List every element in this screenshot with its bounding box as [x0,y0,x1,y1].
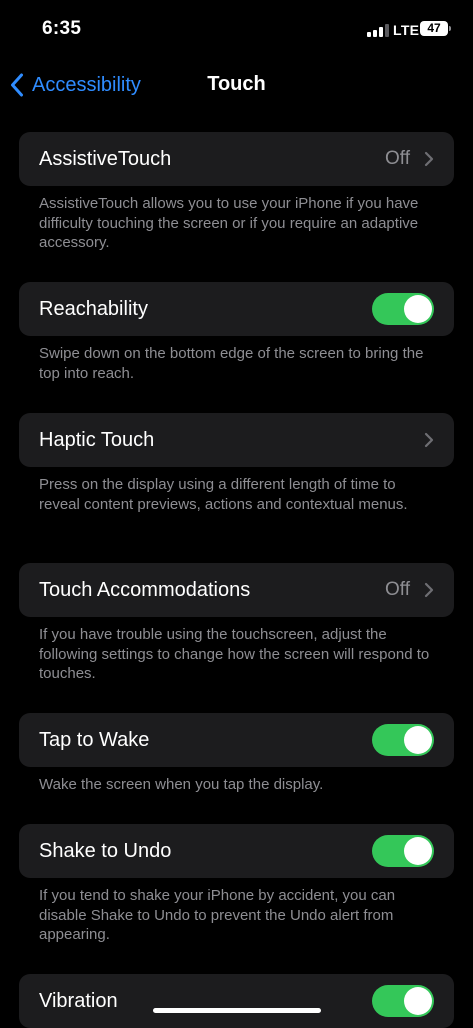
toggle-knob [404,837,432,865]
haptic-touch-label: Haptic Touch [39,429,155,451]
toggle-knob [404,295,432,323]
page-title: Touch [207,73,266,95]
tap-to-wake-row: Tap to Wake [19,713,454,767]
battery-cap [449,26,451,31]
shake-to-undo-toggle[interactable] [372,835,434,867]
toggle-knob [404,726,432,754]
home-indicator[interactable] [153,1008,321,1013]
network-type: LTE [393,22,420,38]
battery-icon: 47 [420,21,448,36]
vibration-row: Vibration [19,974,454,1028]
battery-level: 47 [427,21,441,35]
assistive-touch-label: AssistiveTouch [39,148,172,170]
chevron-right-icon [424,432,434,448]
assistive-touch-row[interactable]: AssistiveTouch Off [19,132,454,186]
toggle-knob [404,987,432,1015]
status-bar: 6:35 LTE 47 [0,0,473,60]
navigation-bar: Accessibility Touch [0,60,473,110]
assistive-touch-value: Off [385,148,410,169]
touch-accommodations-footer: If you have trouble using the touchscree… [39,626,430,682]
touch-accommodations-row[interactable]: Touch Accommodations Off [19,563,454,617]
tap-to-wake-label: Tap to Wake [39,729,150,751]
shake-to-undo-footer: If you tend to shake your iPhone by acci… [39,887,396,943]
cellular-signal-icon [367,24,389,37]
tap-to-wake-toggle[interactable] [372,724,434,756]
haptic-touch-row[interactable]: Haptic Touch [19,413,454,467]
touch-accommodations-label: Touch Accommodations [39,579,251,601]
vibration-toggle[interactable] [372,985,434,1017]
chevron-right-icon [424,151,434,167]
touch-accommodations-value: Off [385,579,410,600]
shake-to-undo-row: Shake to Undo [19,824,454,878]
haptic-touch-footer: Press on the display using a different l… [39,476,408,513]
shake-to-undo-label: Shake to Undo [39,840,172,862]
chevron-right-icon [424,582,434,598]
reachability-toggle[interactable] [372,293,434,325]
reachability-row: Reachability [19,282,454,336]
vibration-label: Vibration [39,990,118,1012]
status-time: 6:35 [42,18,82,39]
assistive-touch-footer: AssistiveTouch allows you to use your iP… [39,195,419,251]
tap-to-wake-footer: Wake the screen when you tap the display… [39,776,324,793]
reachability-label: Reachability [39,298,148,320]
reachability-footer: Swipe down on the bottom edge of the scr… [39,345,424,382]
